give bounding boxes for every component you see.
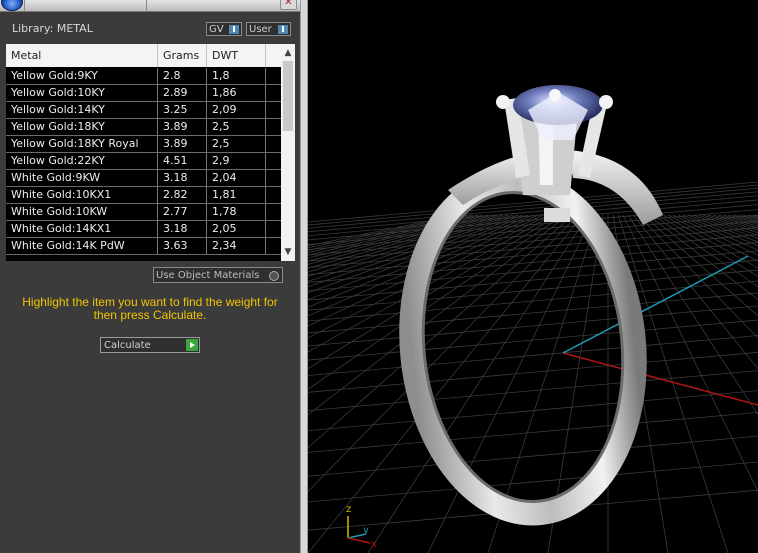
row-spacer: [266, 68, 277, 84]
instructions-text: Highlight the item you want to find the …: [22, 295, 278, 322]
grams-cell: 2.89: [158, 85, 207, 101]
scroll-thumb[interactable]: [283, 61, 293, 131]
table-scrollbar[interactable]: ▲ ▼: [281, 44, 295, 261]
info-icon: [278, 25, 288, 34]
row-spacer: [266, 153, 277, 169]
table-body: Yellow Gold:9KY 2.8 1,8 Yellow Gold:10KY 2.8…: [6, 68, 281, 261]
library-label: Library: METAL: [12, 22, 93, 35]
dwt-cell: 2,5: [207, 136, 266, 152]
grams-cell: 2.77: [158, 204, 207, 220]
play-arrow-icon: [186, 339, 198, 351]
row-spacer: [266, 102, 277, 118]
metal-cell: Yellow Gold:22KY: [6, 153, 158, 169]
z-axis-label: z: [346, 504, 351, 515]
metal-cell: Yellow Gold:18KY: [6, 119, 158, 135]
row-spacer: [266, 238, 277, 254]
viewport-canvas: z y x: [308, 85, 758, 553]
calculate-label: Calculate: [104, 340, 151, 351]
dwt-cell: 1,78: [207, 204, 266, 220]
metal-cell: White Gold:14K PdW: [6, 238, 158, 254]
table-row[interactable]: White Gold:9KW 3.18 2,04: [6, 170, 281, 187]
grams-cell: 2.8: [158, 68, 207, 84]
panel-splitter[interactable]: [300, 0, 308, 553]
table-row[interactable]: Yellow Gold:14KY 3.25 2,09: [6, 102, 281, 119]
table-row[interactable]: Yellow Gold:18KY Royal 3.89 2,5: [6, 136, 281, 153]
grams-cell: 3.89: [158, 119, 207, 135]
y-axis-label: y: [363, 525, 369, 536]
table-row[interactable]: Yellow Gold:10KY 2.89 1,86: [6, 85, 281, 102]
table-row[interactable]: White Gold:14K PdW 3.63 2,34: [6, 238, 281, 255]
table-row[interactable]: Yellow Gold:18KY 3.89 2,5: [6, 119, 281, 136]
dwt-cell: 2,9: [207, 153, 266, 169]
x-axis-label: x: [371, 539, 377, 550]
metal-cell: White Gold:10KW: [6, 204, 158, 220]
metal-cell: White Gold:14KX1: [6, 221, 158, 237]
table-row[interactable]: Yellow Gold:9KY 2.8 1,8: [6, 68, 281, 85]
weight-calculator-panel: ✕ Library: METAL GV User Metal Grams DWT…: [0, 0, 300, 553]
dwt-cell: 1,81: [207, 187, 266, 203]
ground-grid: [308, 181, 758, 553]
dwt-cell: 2,34: [207, 238, 266, 254]
grams-cell: 4.51: [158, 153, 207, 169]
info-icon: [229, 25, 239, 34]
metal-cell: Yellow Gold:10KY: [6, 85, 158, 101]
dwt-cell: 1,8: [207, 68, 266, 84]
user-label: User: [249, 24, 272, 35]
metal-cell: White Gold:10KX1: [6, 187, 158, 203]
metal-cell: Yellow Gold:14KY: [6, 102, 158, 118]
close-icon[interactable]: ✕: [280, 0, 297, 10]
row-spacer: [266, 221, 277, 237]
user-toggle-button[interactable]: User: [246, 22, 291, 36]
table-header: Metal Grams DWT: [6, 44, 281, 67]
metal-cell: White Gold:9KW: [6, 170, 158, 186]
row-spacer: [266, 187, 277, 203]
app-logo-icon: [1, 0, 23, 11]
row-spacer: [266, 85, 277, 101]
panel-titlebar[interactable]: ✕: [0, 0, 300, 12]
gv-label: GV: [209, 24, 224, 35]
use-object-materials-label: Use Object Materials: [156, 270, 260, 281]
table-row[interactable]: White Gold:10KX1 2.82 1,81: [6, 187, 281, 204]
gv-toggle-button[interactable]: GV: [206, 22, 242, 36]
grams-cell: 2.82: [158, 187, 207, 203]
dwt-cell: 2,09: [207, 102, 266, 118]
row-spacer: [266, 170, 277, 186]
table-row[interactable]: White Gold:14KX1 3.18 2,05: [6, 221, 281, 238]
grams-cell: 3.25: [158, 102, 207, 118]
use-object-materials-toggle[interactable]: Use Object Materials: [153, 267, 283, 283]
titlebar-separator: [24, 0, 25, 11]
radio-icon: [269, 271, 279, 281]
scroll-down-arrow-icon[interactable]: ▼: [281, 245, 295, 259]
table-row[interactable]: [6, 255, 281, 261]
grams-cell: 3.89: [158, 136, 207, 152]
dwt-cell: 2,05: [207, 221, 266, 237]
metal-table: Metal Grams DWT Yellow Gold:9KY 2.8 1,8 Yel…: [6, 44, 295, 261]
row-spacer: [266, 119, 277, 135]
3d-viewport[interactable]: z y x: [308, 0, 758, 553]
metal-cell: Yellow Gold:18KY Royal: [6, 136, 158, 152]
grams-cell: 3.18: [158, 170, 207, 186]
grams-cell: 3.18: [158, 221, 207, 237]
titlebar-separator: [146, 0, 147, 11]
metal-cell: Yellow Gold:9KY: [6, 68, 158, 84]
dwt-cell: 2,5: [207, 119, 266, 135]
row-spacer: [266, 204, 277, 220]
column-header-metal[interactable]: Metal: [6, 44, 158, 67]
calculate-button[interactable]: Calculate: [100, 337, 200, 353]
column-header-grams[interactable]: Grams: [158, 44, 207, 67]
table-row[interactable]: Yellow Gold:22KY 4.51 2,9: [6, 153, 281, 170]
axis-gizmo: z y x: [346, 504, 377, 550]
column-header-dwt[interactable]: DWT: [207, 44, 266, 67]
grams-cell: 3.63: [158, 238, 207, 254]
dwt-cell: 1,86: [207, 85, 266, 101]
table-row[interactable]: White Gold:10KW 2.77 1,78: [6, 204, 281, 221]
dwt-cell: 2,04: [207, 170, 266, 186]
scroll-up-arrow-icon[interactable]: ▲: [281, 46, 295, 60]
row-spacer: [266, 136, 277, 152]
